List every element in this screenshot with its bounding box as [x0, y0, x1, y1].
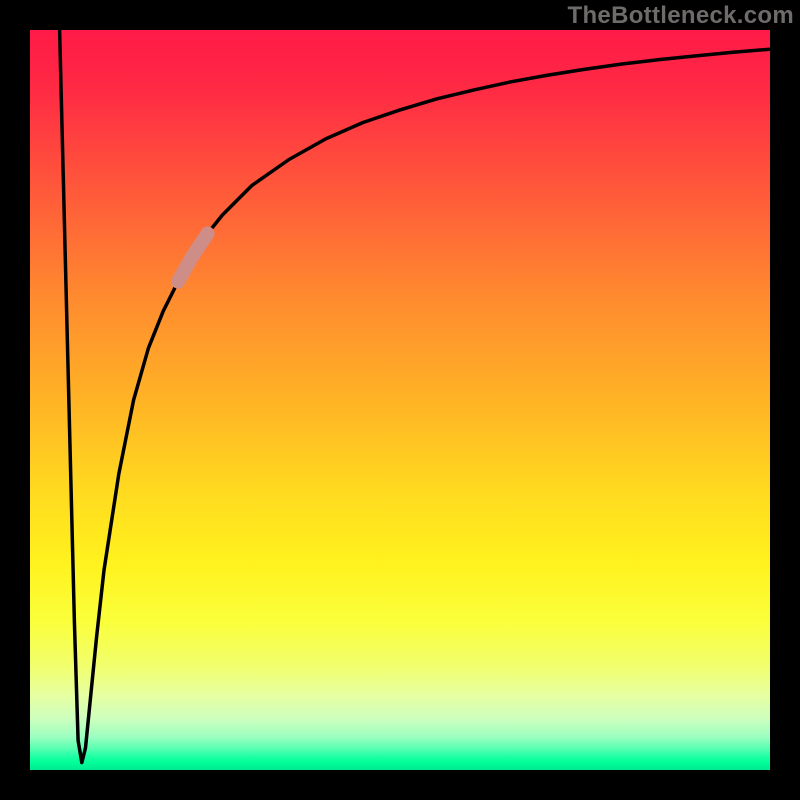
plot-area [30, 30, 770, 770]
chart-frame: TheBottleneck.com [0, 0, 800, 800]
curve-svg [30, 30, 770, 770]
watermark-text: TheBottleneck.com [568, 2, 794, 30]
curve-highlight-segment [178, 234, 208, 282]
bottleneck-curve [60, 30, 770, 763]
